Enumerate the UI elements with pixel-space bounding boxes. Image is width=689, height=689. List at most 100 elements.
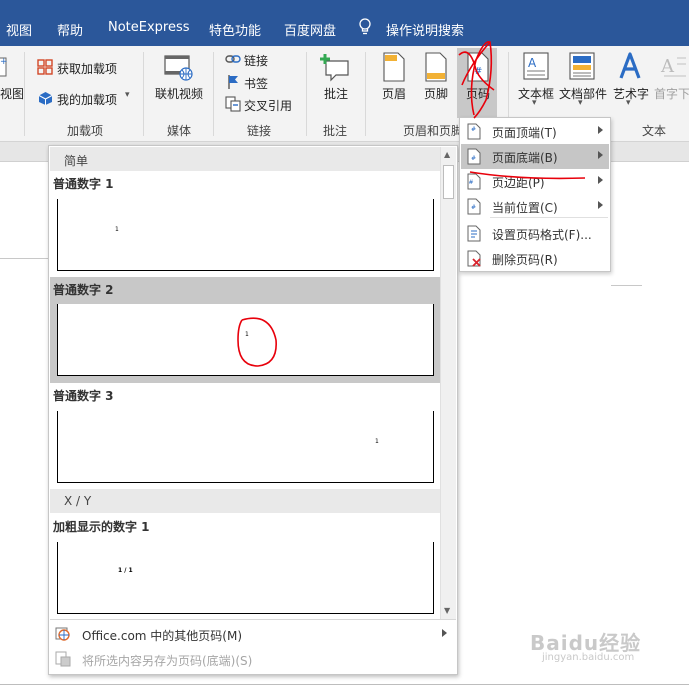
bookmark-button[interactable]: 书签 [244,75,268,92]
svg-text:+: + [0,57,8,67]
ribbon-tab-bar: 视图 帮助 NoteExpress 特色功能 百度网盘 操作说明搜索 [0,0,689,46]
group-label-comments: 批注 [323,124,348,138]
page-number-menu: # 页面顶端(T) # 页面底端(B) # 页边距(P) # 当前位置(C) 设… [459,117,611,272]
top-of-page-icon: # [467,123,481,140]
quick-parts-dropdown-icon[interactable]: ▾ [578,98,583,108]
group-label-addins: 加载项 [67,124,104,138]
header-icon [383,52,405,82]
menu-separator [490,217,608,218]
submenu-arrow-icon [598,201,603,209]
wordart-button[interactable]: 艺术字 [613,85,649,102]
footer-button[interactable]: 页脚 [424,85,448,102]
cross-reference-button[interactable]: 交叉引用 [244,97,292,114]
footer-icon [425,52,447,82]
remove-page-numbers-icon [467,250,481,267]
menu-item-format-page-numbers[interactable]: 设置页码格式(F)... [461,221,609,246]
menu-item-remove-page-numbers[interactable]: 删除页码(R) [461,246,609,271]
page-number-button[interactable]: 页码 [466,85,490,102]
drop-cap-button[interactable]: 首字下 [654,85,689,102]
menu-item-page-margins[interactable]: # 页边距(P) [461,169,609,194]
group-separator [306,52,307,136]
my-addins-button[interactable]: 我的加载项 [57,91,117,108]
gallery-footer-separator [50,619,456,620]
group-separator [24,52,25,136]
get-addins-button[interactable]: 获取加载项 [57,60,117,77]
tab-view[interactable]: 视图 [6,20,32,39]
group-separator [143,52,144,136]
gallery-item-preview: 1 [57,304,434,376]
svg-text:A: A [528,56,537,70]
preview-page-number: 1 / 1 [118,567,133,574]
view-button-label[interactable]: 视图 [0,85,24,102]
lightbulb-icon [359,18,371,35]
drop-cap-icon: A [660,56,686,77]
my-addins-icon [38,92,53,105]
gallery-item-title: 普通数字 2 [53,283,114,297]
online-video-icon [164,55,193,81]
gallery-item-plain-number-1[interactable]: 普通数字 1 1 [50,171,440,275]
page-edge-line [611,285,642,286]
preview-page-number: 1 [375,438,379,445]
new-comment-button[interactable]: 批注 [324,85,348,102]
gallery-item-plain-number-3[interactable]: 普通数字 3 1 [50,383,440,487]
group-label-header-footer: 页眉和页脚 [403,124,464,138]
online-video-button[interactable]: 联机视频 [155,85,203,102]
group-label-text: 文本 [642,124,667,138]
gallery-item-title: 普通数字 1 [53,177,114,191]
page-edge-line [0,258,48,259]
group-label-media: 媒体 [167,124,192,138]
gallery-item-bold-number-1[interactable]: 加粗显示的数字 1 1 / 1 [50,514,440,618]
text-box-icon: A [523,52,549,80]
format-page-numbers-icon [467,225,481,242]
submenu-arrow-icon [598,151,603,159]
header-button[interactable]: 页眉 [382,85,406,102]
page-number-icon: # [467,52,489,82]
menu-item-top-of-page[interactable]: # 页面顶端(T) [461,119,609,144]
tell-me-search[interactable]: 操作说明搜索 [386,20,464,39]
gallery-item-plain-number-2[interactable]: 普通数字 2 1 [50,277,440,383]
quick-parts-button[interactable]: 文档部件 [559,85,607,102]
save-selection-to-gallery[interactable]: 将所选内容另存为页码(底端)(S) [82,652,252,669]
submenu-arrow-icon [598,126,603,134]
quick-parts-icon [569,52,595,80]
my-addins-dropdown-icon[interactable]: ▾ [125,90,130,100]
bookmark-icon [228,75,238,89]
svg-text:#: # [471,126,476,133]
gallery-item-title: 普通数字 3 [53,389,114,403]
gallery-section-header: 简单 [50,147,440,171]
tab-noteexpress[interactable]: NoteExpress [108,20,190,35]
wordart-icon [619,52,641,79]
view-icon: + [0,57,8,77]
scroll-up-arrow-icon[interactable]: ▲ [444,150,450,159]
wordart-dropdown-icon[interactable]: ▾ [626,98,631,108]
group-separator [213,52,214,136]
gallery-item-preview: 1 [57,411,434,483]
preview-page-number: 1 [115,226,119,233]
menu-item-current-position[interactable]: # 当前位置(C) [461,194,609,219]
gallery-section-header: X / Y [50,489,440,513]
link-button[interactable]: 链接 [244,52,268,69]
scrollbar-thumb[interactable] [443,165,454,199]
comment-icon [320,54,349,82]
store-icon [37,59,53,75]
page-margins-icon: # [467,173,481,190]
tab-special-features[interactable]: 特色功能 [209,20,261,39]
svg-text:#: # [471,155,476,162]
more-page-numbers-office-com[interactable]: Office.com 中的其他页码(M) [82,627,242,644]
svg-text:#: # [471,204,476,211]
menu-item-bottom-of-page[interactable]: # 页面底端(B) [461,144,609,169]
text-box-dropdown-icon[interactable]: ▾ [532,98,537,108]
baidu-jingyan-watermark: Baidu经验 jingyan.baidu.com [530,631,642,663]
current-position-icon: # [467,198,481,215]
tab-baidu-netdisk[interactable]: 百度网盘 [284,20,336,39]
gallery-item-title: 加粗显示的数字 1 [53,520,150,534]
tab-help[interactable]: 帮助 [57,20,83,39]
svg-text:#: # [469,179,474,186]
svg-text:#: # [474,66,482,77]
gallery-item-preview: 1 [57,199,434,271]
svg-text:A: A [660,56,675,77]
gallery-scrollbar[interactable]: ▲ ▼ [440,147,456,619]
preview-page-number: 1 [245,331,249,338]
scroll-down-arrow-icon[interactable]: ▼ [444,606,450,615]
group-separator [365,52,366,136]
